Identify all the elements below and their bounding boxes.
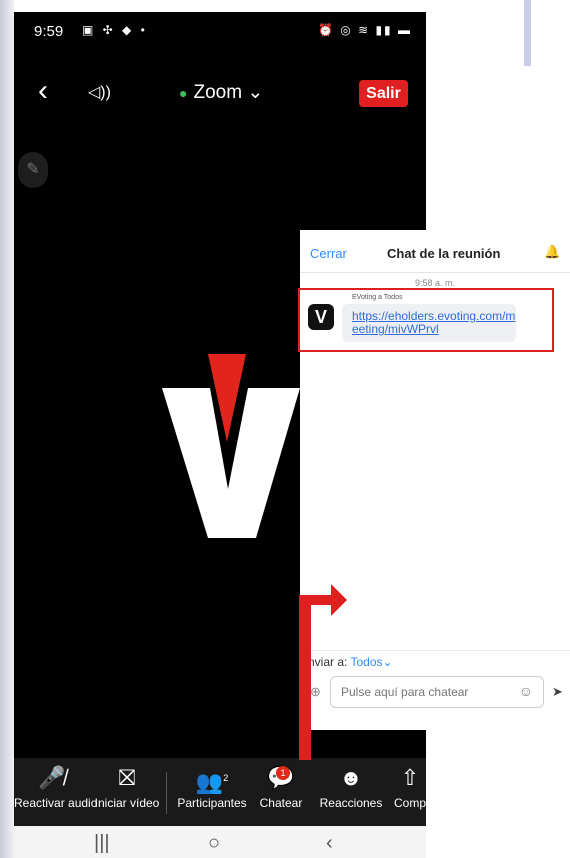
evoting-logo — [130, 344, 310, 538]
message-sender: EVoting a Todos — [352, 294, 403, 301]
nav-back-icon[interactable]: ‹ — [326, 832, 333, 855]
participants-label: Participantes — [177, 796, 247, 810]
recents-icon[interactable]: ||| — [94, 832, 110, 855]
pencil-icon[interactable]: ✎ — [18, 152, 48, 188]
annotation-arrow-shaft — [299, 596, 311, 760]
bell-icon[interactable]: 🔔 — [544, 244, 560, 260]
video-off-icon: ⛝ — [118, 765, 136, 790]
start-video-label: Iniciar vídeo — [94, 796, 160, 810]
reactions-button[interactable]: ☻ Reacciones — [318, 764, 384, 810]
unmute-button[interactable]: 🎤̸ Reactivar audio — [14, 764, 98, 810]
chat-input-row: ⊕ Pulse aquí para chatear ☺ ➤ — [300, 676, 570, 710]
participants-icon: 👥2 — [195, 769, 229, 795]
message-bubble: https://eholders.evoting.com/meeting/miv… — [342, 304, 516, 342]
chat-input-placeholder: Pulse aquí para chatear — [341, 685, 469, 699]
chat-panel: Cerrar Chat de la reunión 🔔 9:58 a. m. V… — [298, 230, 570, 730]
send-to-row: Enviar a: Todos⌄ — [300, 650, 570, 673]
system-status-icons: ⏰ ◎ ≋ ▮▮ ▬ — [317, 23, 412, 37]
meeting-title-label: Zoom — [193, 82, 243, 103]
send-icon[interactable]: ➤ — [552, 684, 563, 700]
chat-badge: 1 — [276, 766, 290, 780]
participants-button[interactable]: 👥2 Participantes — [172, 764, 252, 810]
status-time: 9:59 — [34, 23, 64, 40]
meeting-title[interactable]: ● Zoom ⌄ — [179, 81, 263, 104]
send-to-value: Todos — [350, 655, 383, 669]
send-to-select[interactable]: Todos⌄ — [350, 655, 392, 669]
chat-message: V EVoting a Todos https://eholders.evoti… — [298, 288, 554, 352]
start-video-button[interactable]: ⛝ Iniciar vídeo — [88, 764, 166, 810]
share-icon: ⇧ — [400, 765, 420, 790]
toolbar-divider — [166, 772, 167, 814]
decorative-bar — [524, 0, 531, 66]
message-timestamp: 9:58 a. m. — [414, 278, 456, 288]
chat-input[interactable]: Pulse aquí para chatear ☺ — [330, 676, 544, 708]
annotation-arrow-arm — [299, 595, 333, 605]
chat-button[interactable]: 💬 1 Chatear — [258, 764, 304, 810]
back-arrow-icon[interactable]: ‹ — [38, 76, 48, 106]
avatar: V — [308, 304, 334, 330]
annotation-arrow-head — [331, 584, 347, 616]
meeting-top-bar: ‹ ◁)) ● Zoom ⌄ Salir — [14, 72, 426, 112]
reactions-icon: ☻ — [339, 765, 363, 790]
participant-count: 2 — [223, 773, 229, 783]
chevron-down-icon: ⌄ — [247, 82, 264, 103]
muted-mic-icon: 🎤̸ — [38, 765, 66, 790]
status-bar: 9:59 ▣ ✣ ◆ • ⏰ ◎ ≋ ▮▮ ▬ — [14, 12, 426, 52]
close-chat-button[interactable]: Cerrar — [310, 246, 347, 261]
speaker-icon[interactable]: ◁)) — [88, 82, 111, 102]
background-gradient — [0, 0, 14, 858]
unmute-label: Reactivar audio — [14, 796, 98, 810]
leave-button[interactable]: Salir — [359, 80, 408, 107]
add-icon[interactable]: ⊕ — [310, 684, 321, 700]
meeting-link[interactable]: https://eholders.evoting.com/meeting/miv… — [352, 310, 522, 336]
chat-header: Cerrar Chat de la reunión 🔔 — [300, 230, 570, 273]
share-label: Compartir — [394, 796, 426, 810]
emoji-icon[interactable]: ☺ — [519, 683, 533, 699]
share-button[interactable]: ⇧ Compartir — [394, 764, 426, 810]
android-nav-bar: ||| ○ ‹ — [14, 826, 426, 858]
chat-title: Chat de la reunión — [387, 246, 501, 261]
chat-label: Chatear — [259, 796, 303, 810]
shield-icon: ● — [179, 85, 188, 101]
home-icon[interactable]: ○ — [208, 832, 220, 855]
notification-icons: ▣ ✣ ◆ • — [82, 23, 148, 37]
meeting-toolbar: 🎤̸ Reactivar audio ⛝ Iniciar vídeo 👥2 Pa… — [14, 758, 426, 826]
reactions-label: Reacciones — [319, 796, 383, 810]
